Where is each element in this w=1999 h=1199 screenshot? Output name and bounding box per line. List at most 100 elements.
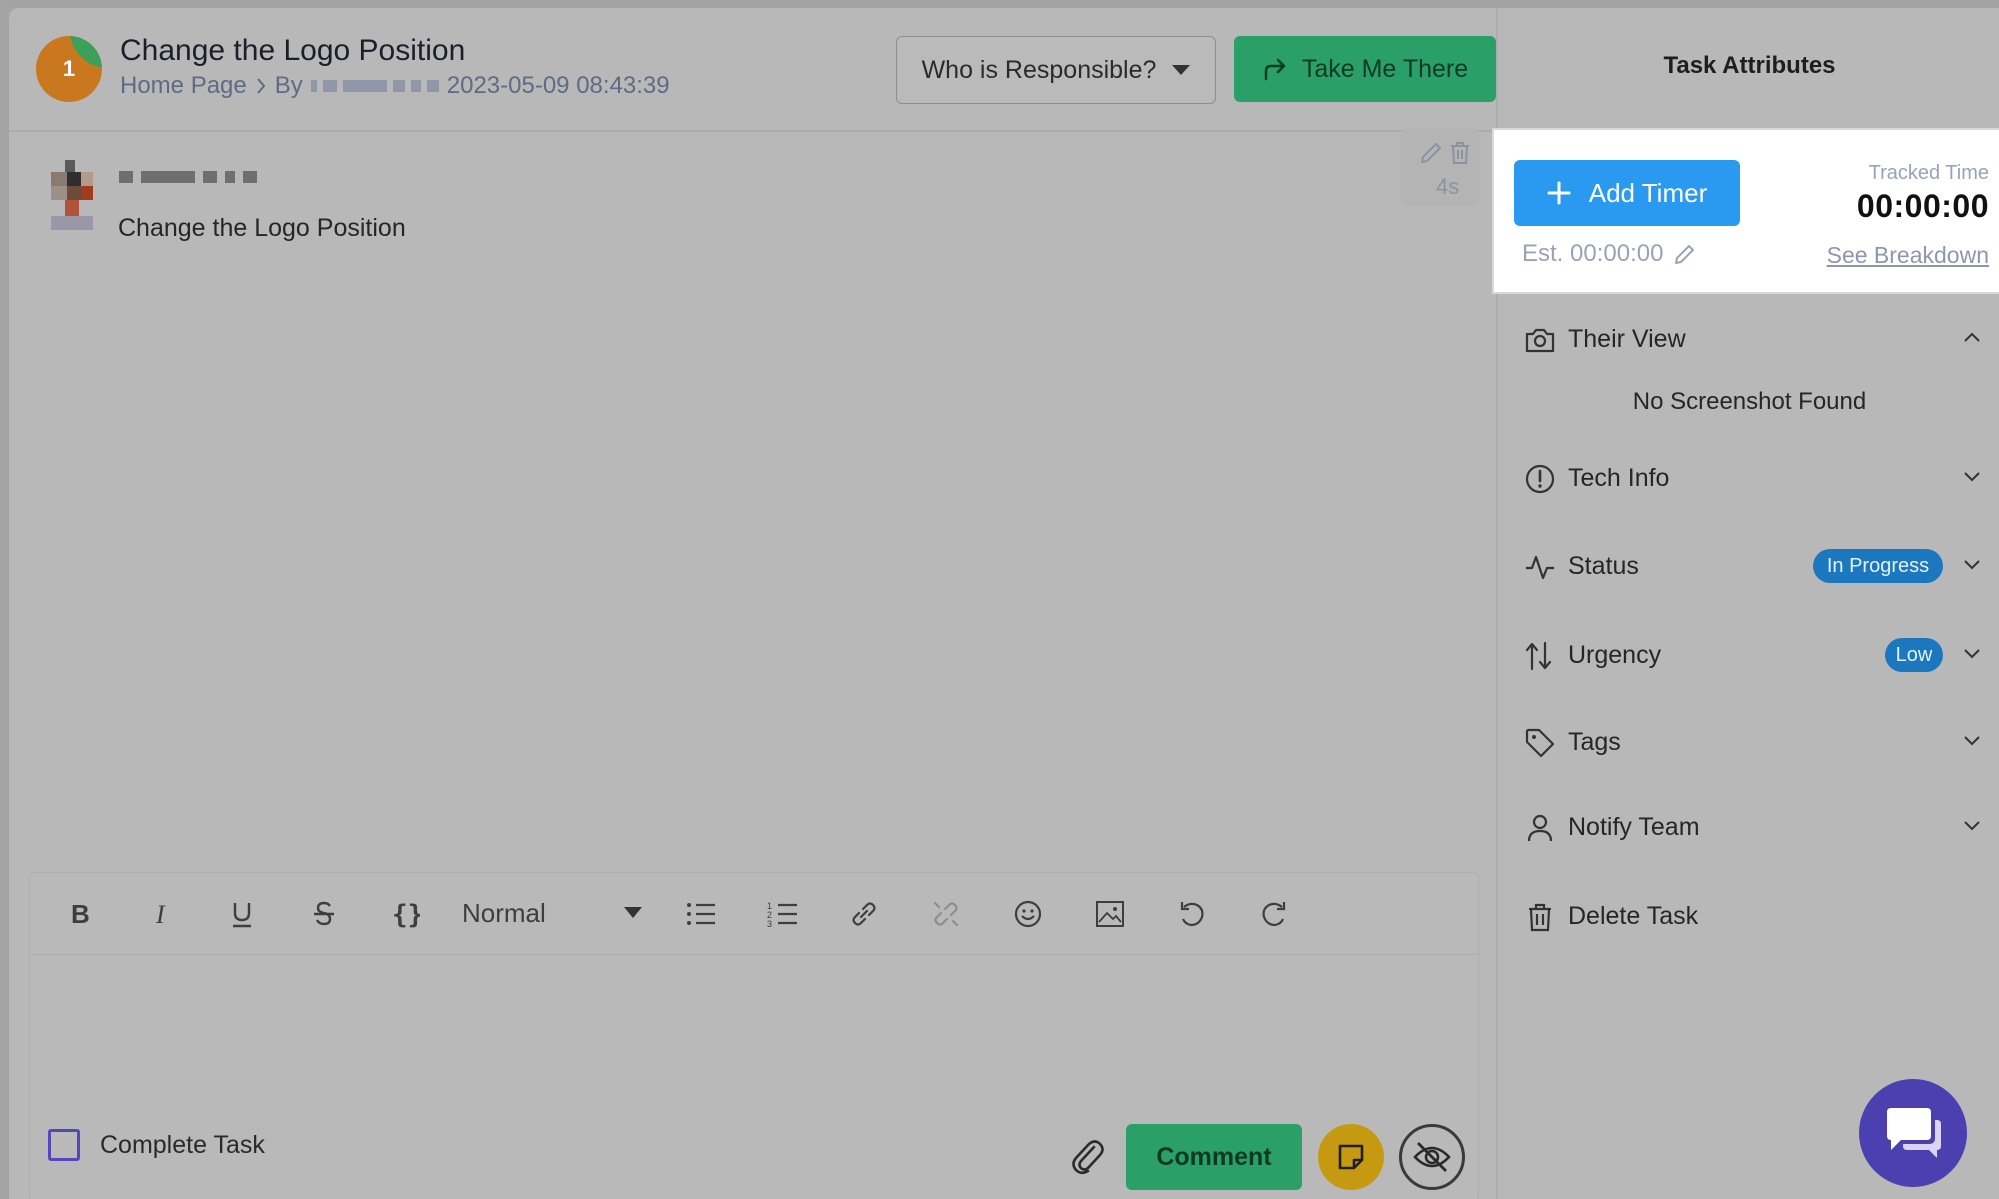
assignee-dropdown[interactable]: Who is Responsible? [896, 36, 1216, 104]
strikethrough-icon[interactable] [308, 898, 340, 930]
comment-button[interactable]: Comment [1126, 1124, 1302, 1190]
user-icon [1527, 814, 1553, 842]
task-title: Change the Logo Position [120, 34, 466, 67]
svg-text:{}: {} [392, 900, 420, 929]
commenter-name-redacted [119, 171, 257, 183]
link-icon[interactable] [848, 898, 880, 930]
bullet-list-icon[interactable] [684, 898, 718, 930]
sticky-note-icon [1338, 1144, 1364, 1170]
comment-actions: 4s [1400, 128, 1480, 206]
status-badge: In Progress [1813, 549, 1943, 583]
activity-icon [1526, 555, 1554, 580]
bold-icon[interactable]: B [64, 898, 96, 930]
chevron-down-icon [1964, 649, 1980, 659]
svg-text:I: I [155, 900, 166, 928]
italic-icon[interactable]: I [146, 898, 178, 930]
breadcrumb: Home Page By 2023-05-09 08:43:39 [120, 72, 670, 100]
chevron-down-icon [1964, 472, 1980, 482]
text-format-select[interactable]: Normal [462, 895, 642, 931]
add-timer-button[interactable]: Add Timer [1514, 160, 1740, 226]
delete-task-row[interactable]: Delete Task [1498, 891, 1999, 941]
underline-icon[interactable] [226, 898, 258, 930]
backdrop [0, 0, 1999, 8]
add-timer-label: Add Timer [1588, 177, 1708, 208]
urgency-label: Urgency [1568, 640, 1662, 669]
undo-icon[interactable] [1176, 898, 1208, 930]
notify-team-row[interactable]: Notify Team [1498, 802, 1999, 852]
comment-age: 4s [1436, 174, 1460, 199]
assignee-placeholder: Who is Responsible? [921, 55, 1157, 84]
their-view-label: Their View [1568, 324, 1686, 353]
task-attributes-panel: Task Attributes Add Timer Est. 00:00:00 … [1492, 8, 1999, 1199]
notify-team-label: Notify Team [1568, 812, 1700, 841]
image-icon[interactable] [1094, 898, 1126, 930]
take-me-there-button[interactable]: Take Me There [1234, 36, 1496, 102]
unlink-icon[interactable] [930, 898, 962, 930]
svg-text:3: 3 [767, 919, 772, 928]
code-block-icon[interactable]: {} [390, 898, 422, 930]
complete-task-toggle[interactable]: Complete Task [48, 1129, 265, 1161]
trash-icon [1529, 903, 1551, 932]
chat-bubble-icon [1887, 1108, 1941, 1158]
see-breakdown-link[interactable]: See Breakdown [1827, 242, 1989, 269]
chevron-right-icon [256, 78, 266, 94]
pencil-icon[interactable] [1418, 140, 1444, 166]
hide-from-client-button[interactable] [1399, 1124, 1465, 1190]
sticky-note-button[interactable] [1318, 1124, 1384, 1190]
tags-label: Tags [1568, 727, 1621, 756]
svg-text:B: B [71, 900, 90, 928]
comment-editor: B I {} Normal 123 [29, 872, 1479, 1199]
plus-icon [1547, 181, 1571, 205]
timer-card: Add Timer Est. 00:00:00 Tracked Time 00:… [1492, 128, 1999, 294]
no-screenshot-message: No Screenshot Found [1632, 388, 1867, 415]
tech-info-row[interactable]: Tech Info [1498, 453, 1999, 503]
numbered-list-icon[interactable]: 123 [766, 898, 800, 930]
chevron-down-icon [1964, 560, 1980, 570]
chat-support-button[interactable] [1859, 1079, 1967, 1187]
emoji-icon[interactable] [1012, 898, 1044, 930]
editor-toolbar: B I {} Normal 123 [30, 873, 1478, 955]
tags-row[interactable]: Tags [1498, 717, 1999, 767]
urgency-row[interactable]: Urgency Low [1498, 630, 1999, 680]
alert-circle-icon [1525, 464, 1555, 494]
backdrop-edge [0, 0, 9, 1199]
task-number-badge: 1 [36, 36, 102, 102]
eye-off-icon [1413, 1142, 1451, 1172]
paperclip-icon[interactable] [1070, 1137, 1106, 1177]
their-view-row[interactable]: Their View [1498, 314, 1999, 364]
camera-icon [1525, 328, 1555, 353]
by-label: By [274, 72, 303, 99]
author-name-redacted [310, 80, 439, 92]
pencil-icon[interactable] [1673, 242, 1697, 266]
estimate-field[interactable]: Est. 00:00:00 [1522, 240, 1697, 268]
chevron-down-icon [1964, 821, 1980, 831]
sort-arrows-icon [1525, 641, 1552, 671]
task-header: 1 Change the Logo Position Home Page By … [9, 8, 1496, 132]
trash-icon[interactable] [1448, 140, 1472, 166]
task-modal: 1 Change the Logo Position Home Page By … [9, 8, 1999, 1199]
caret-down-icon [1172, 65, 1191, 75]
tracked-time-value: 00:00:00 [1856, 188, 1989, 224]
created-timestamp: 2023-05-09 08:43:39 [446, 72, 670, 99]
status-row[interactable]: Status In Progress [1498, 541, 1999, 591]
tag-icon [1525, 728, 1555, 758]
complete-task-checkbox[interactable] [48, 1129, 80, 1161]
complete-task-label: Complete Task [100, 1130, 265, 1159]
chevron-down-icon [1964, 736, 1980, 746]
delete-task-label: Delete Task [1568, 901, 1699, 930]
estimate-value: Est. 00:00:00 [1522, 240, 1664, 267]
tracked-time-label: Tracked Time [1868, 162, 1989, 184]
commenter-avatar [51, 160, 93, 230]
breadcrumb-page[interactable]: Home Page [120, 72, 247, 100]
status-label: Status [1568, 551, 1639, 580]
redo-icon[interactable] [1258, 898, 1290, 930]
tech-info-label: Tech Info [1568, 463, 1670, 492]
comment-text: Change the Logo Position [118, 214, 406, 242]
panel-title: Task Attributes [1663, 52, 1836, 79]
urgency-badge: Low [1885, 638, 1943, 672]
caret-down-icon [624, 907, 642, 918]
take-me-there-label: Take Me There [1301, 54, 1469, 83]
chevron-up-icon [1964, 332, 1980, 342]
text-format-value: Normal [462, 897, 546, 928]
share-arrow-icon [1264, 58, 1286, 81]
